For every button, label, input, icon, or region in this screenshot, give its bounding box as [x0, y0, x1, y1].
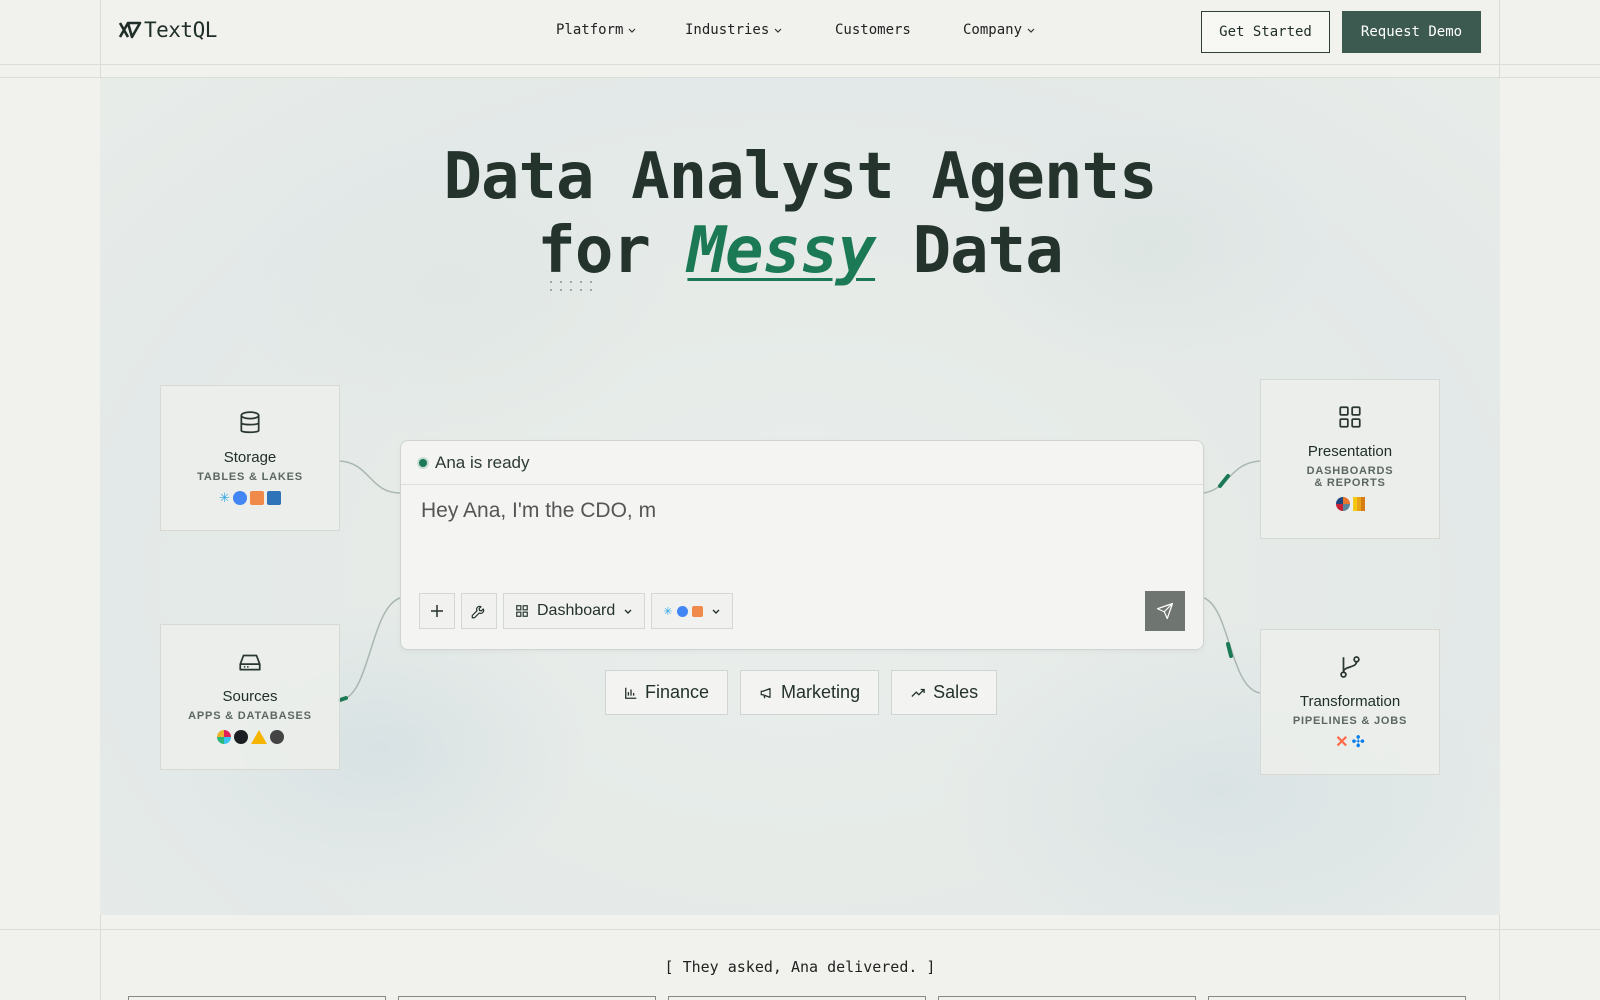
testimonial-cards-row — [128, 996, 1466, 1000]
nav-company-label: Company — [963, 22, 1023, 38]
redshift-icon — [266, 491, 281, 505]
prompt-chips: Finance Marketing Sales — [605, 670, 998, 715]
headline-line-1: Data Analyst Agents — [443, 140, 1157, 214]
nav-links: Platform Industries Customers Company — [556, 22, 1036, 38]
chat-input[interactable] — [421, 499, 1183, 523]
nav-platform-label: Platform — [556, 22, 624, 38]
add-attachment-button[interactable] — [419, 593, 455, 629]
testimonial-card[interactable] — [938, 996, 1196, 1000]
top-nav: TextQL Platform Industries Customers Com… — [100, 0, 1500, 64]
dbt-icon: ✕ — [1335, 734, 1349, 751]
chevron-down-icon — [774, 28, 782, 33]
node-transformation-logos: ✕ ✣ — [1261, 735, 1439, 751]
node-storage-logos: ✳ — [161, 491, 339, 505]
nav-industries[interactable]: Industries — [685, 22, 835, 38]
send-button[interactable] — [1145, 591, 1185, 631]
node-sources-title: Sources — [222, 688, 278, 705]
hero-headline: Data Analyst Agents for Messy Data — [100, 140, 1500, 288]
brand-logo[interactable]: TextQL — [118, 18, 217, 42]
headline-for: for — [537, 214, 688, 288]
decorative-dots — [546, 278, 598, 294]
nav-company[interactable]: Company — [963, 22, 1036, 38]
github-icon — [233, 730, 248, 744]
headline-messy: Messy — [687, 214, 876, 288]
node-transformation-subtitle: PIPELINES & JOBS — [1292, 715, 1408, 727]
powerbi-icon — [1352, 497, 1365, 511]
chat-card: Ana is ready Dashboard ✳ — [400, 440, 1204, 650]
slack-icon — [216, 730, 231, 744]
send-icon — [1156, 602, 1174, 620]
data-source-select[interactable]: ✳ — [651, 593, 733, 629]
chevron-down-icon — [1027, 28, 1035, 33]
mode-select[interactable]: Dashboard — [503, 593, 646, 629]
tableau-icon — [1335, 497, 1350, 511]
trending-up-icon — [911, 688, 925, 697]
testimonial-card[interactable] — [398, 996, 656, 1000]
dashboard-grid-icon — [516, 605, 528, 617]
chip-marketing[interactable]: Marketing — [740, 670, 880, 715]
chevron-down-icon — [624, 609, 632, 614]
chip-sales-label: Sales — [933, 682, 979, 702]
node-sources-logos — [161, 730, 339, 744]
node-presentation-logos — [1261, 497, 1439, 511]
node-sources[interactable]: Sources APPS & DATABASES — [160, 624, 340, 770]
testimonial-card[interactable] — [668, 996, 926, 1000]
google-drive-icon — [250, 730, 267, 744]
textql-logo-icon — [118, 21, 142, 39]
hard-drive-icon — [239, 654, 261, 671]
nav-customers[interactable]: Customers — [835, 22, 963, 38]
chip-marketing-label: Marketing — [781, 682, 861, 702]
bar-chart-icon — [625, 687, 637, 699]
hero-section: Data Analyst Agents for Messy Data Stora… — [100, 78, 1500, 915]
get-started-button[interactable]: Get Started — [1201, 11, 1330, 53]
megaphone-icon — [760, 687, 771, 698]
node-storage-subtitle: TABLES & LAKES — [197, 471, 303, 483]
postgres-icon — [269, 730, 284, 744]
node-presentation-title: Presentation — [1307, 443, 1393, 460]
chat-status: Ana is ready — [435, 452, 530, 472]
node-transformation-title: Transformation — [1299, 693, 1401, 710]
chip-sales[interactable]: Sales — [891, 670, 998, 715]
headline-data: Data — [875, 214, 1064, 288]
chat-toolbar: Dashboard ✳ — [419, 593, 733, 629]
airflow-icon: ✣ — [1351, 734, 1365, 751]
databricks-icon — [691, 605, 703, 617]
testimonial-card[interactable] — [1208, 996, 1466, 1000]
mode-select-label: Dashboard — [537, 602, 616, 619]
testimonial-card[interactable] — [128, 996, 386, 1000]
plus-icon — [431, 605, 443, 617]
node-storage[interactable]: Storage TABLES & LAKES ✳ — [160, 385, 340, 531]
node-sources-subtitle: APPS & DATABASES — [188, 710, 312, 722]
node-presentation[interactable]: Presentation DASHBOARDS & REPORTS — [1260, 379, 1440, 539]
chat-header: Ana is ready — [401, 441, 1203, 485]
request-demo-button[interactable]: Request Demo — [1342, 11, 1481, 53]
chevron-down-icon — [629, 28, 636, 33]
tools-button[interactable] — [461, 593, 497, 629]
nav-platform[interactable]: Platform — [556, 22, 685, 38]
headline-line-2: for Messy Data — [100, 214, 1500, 288]
node-presentation-subtitle: DASHBOARDS & REPORTS — [1306, 465, 1394, 489]
wrench-icon — [471, 605, 485, 619]
node-transformation[interactable]: Transformation PIPELINES & JOBS ✕ ✣ — [1260, 629, 1440, 775]
bigquery-icon — [232, 491, 247, 505]
status-dot-icon — [419, 458, 427, 467]
section-tagline: [ They asked, Ana delivered. ] — [664, 958, 936, 976]
databricks-icon — [249, 491, 264, 505]
snowflake-icon: ✳ — [219, 490, 230, 505]
brand-name: TextQL — [144, 18, 217, 42]
snowflake-icon: ✳ — [663, 605, 673, 618]
frame-line-hero-bottom — [0, 929, 1600, 930]
database-icon — [240, 411, 260, 434]
node-storage-title: Storage — [223, 449, 277, 466]
grid-icon — [1339, 406, 1361, 428]
chip-finance-label: Finance — [645, 682, 710, 702]
nav-customers-label: Customers — [835, 22, 911, 38]
frame-line-nav — [0, 64, 1600, 65]
chip-finance[interactable]: Finance — [605, 670, 729, 715]
chevron-down-icon — [712, 609, 719, 614]
git-branch-icon — [1340, 656, 1360, 678]
bigquery-icon — [676, 605, 688, 617]
nav-industries-label: Industries — [685, 22, 770, 38]
